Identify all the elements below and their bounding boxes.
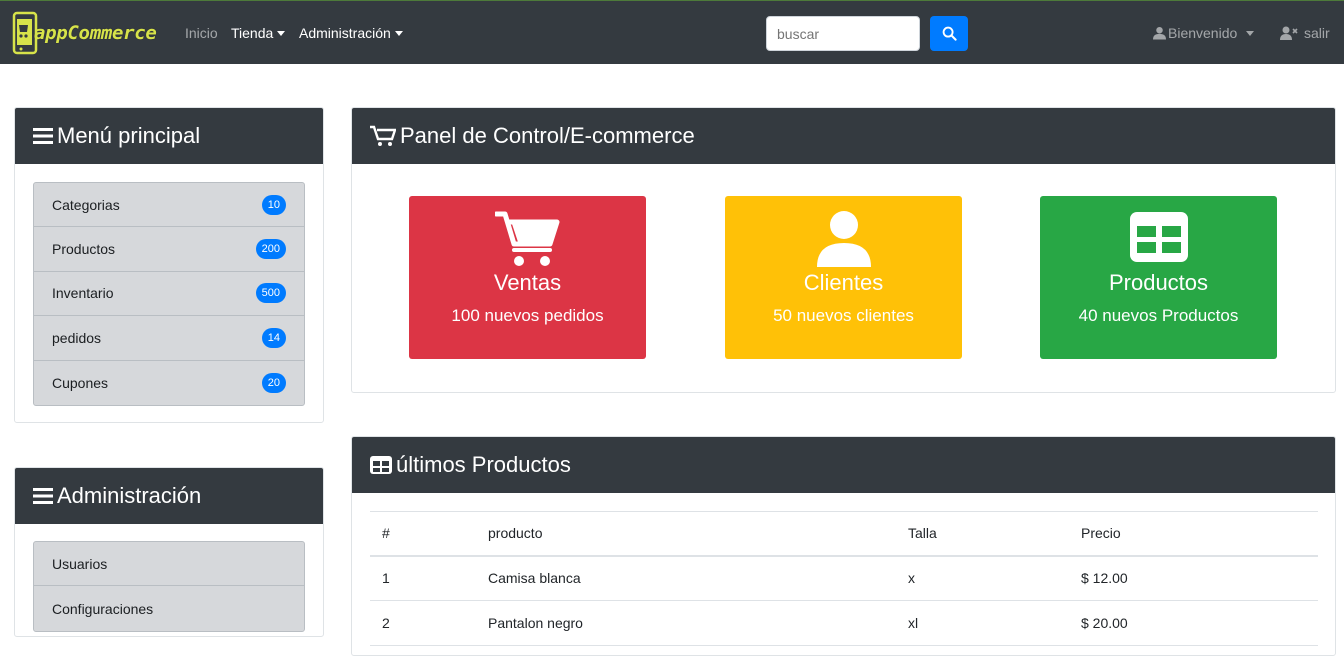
count-badge: 500	[255, 283, 286, 304]
table-cell: x	[896, 555, 1069, 601]
menu-item-productos[interactable]: Productos 200	[34, 227, 304, 272]
bars-icon	[33, 128, 53, 144]
table-cell: 1	[370, 555, 476, 601]
tile-title: Clientes	[803, 270, 884, 295]
dashboard-title: Panel de Control/E-commerce	[400, 123, 695, 148]
dashboard-header: Panel de Control/E-commerce	[352, 108, 1335, 164]
brand-logo[interactable]: appCommerce	[12, 10, 157, 56]
welcome-label: Bienvenido	[1168, 25, 1238, 41]
nav-tienda-dropdown[interactable]: Tienda	[231, 25, 286, 41]
tile-subtitle: 100 nuevos pedidos	[451, 306, 604, 325]
main-menu-card: Menú principal Categorias 10 Productos 200…	[14, 107, 324, 423]
list-item-label: Productos	[52, 241, 116, 258]
logout-link[interactable]: salir	[1280, 25, 1330, 41]
cart-icon	[409, 210, 646, 268]
brand-name: appCommerce	[34, 22, 157, 44]
tile-title: Productos	[1108, 270, 1209, 295]
products-table: # producto Talla Precio 1 Camisa blanca …	[370, 511, 1318, 646]
tile-subtitle: 40 nuevos Productos	[1078, 306, 1239, 325]
admin-menu-list: Usuarios Configuraciones	[33, 541, 305, 632]
main-menu-title: Menú principal	[57, 123, 201, 148]
table-row: 1 Camisa blanca x $ 12.00	[370, 555, 1318, 601]
menu-item-configuraciones[interactable]: Configuraciones	[34, 586, 304, 630]
list-item-label: Configuraciones	[52, 600, 154, 617]
column-header: producto	[476, 511, 896, 557]
table-icon	[1040, 210, 1277, 264]
count-badge: 14	[261, 327, 286, 348]
list-item-label: Inventario	[52, 285, 114, 302]
nav-administracion-label: Administración	[299, 25, 391, 41]
table-cell: $ 20.00	[1069, 600, 1318, 646]
list-item-label: Cupones	[52, 374, 109, 391]
tile-ventas[interactable]: Ventas 100 nuevos pedidos	[409, 196, 646, 359]
dashboard-card: Panel de Control/E-commerce Ventas 100 n…	[351, 107, 1336, 393]
count-badge: 200	[255, 239, 286, 260]
nav-administracion-dropdown[interactable]: Administración	[299, 25, 403, 41]
welcome-dropdown[interactable]: Bienvenido	[1153, 25, 1255, 41]
table-icon	[370, 456, 392, 474]
table-cell: $ 12.00	[1069, 555, 1318, 601]
search-button[interactable]	[930, 16, 968, 51]
admin-menu-header: Administración	[15, 468, 323, 524]
list-item-label: Usuarios	[52, 555, 108, 572]
tile-subtitle: 50 nuevos clientes	[773, 306, 914, 325]
top-navbar: appCommerce Inicio Tienda Administración…	[0, 0, 1344, 64]
table-header-row: # producto Talla Precio	[370, 511, 1318, 557]
user-icon	[725, 210, 962, 268]
bars-icon	[33, 488, 53, 504]
phone-logo-icon	[12, 11, 38, 55]
column-header: Precio	[1069, 511, 1318, 557]
count-badge: 20	[261, 372, 286, 393]
main-menu-header: Menú principal	[15, 108, 323, 164]
menu-item-inventario[interactable]: Inventario 500	[34, 272, 304, 317]
nav-inicio[interactable]: Inicio	[185, 25, 218, 41]
latest-products-title: últimos Productos	[396, 452, 571, 477]
column-header: #	[370, 511, 476, 557]
count-badge: 10	[261, 194, 286, 215]
cart-icon	[370, 125, 396, 146]
chevron-down-icon	[277, 31, 286, 36]
logout-label: salir	[1304, 25, 1330, 41]
admin-menu-title: Administración	[57, 483, 202, 508]
search-icon	[942, 26, 957, 41]
user-times-icon	[1280, 26, 1298, 40]
main-menu-list: Categorias 10 Productos 200 Inventario 500 …	[33, 182, 305, 406]
search-input[interactable]	[766, 16, 920, 51]
list-item-label: pedidos	[52, 329, 102, 346]
column-header: Talla	[896, 511, 1069, 557]
tile-title: Ventas	[493, 270, 562, 295]
menu-item-pedidos[interactable]: pedidos 14	[34, 316, 304, 361]
menu-item-cupones[interactable]: Cupones 20	[34, 361, 304, 405]
table-cell: 2	[370, 600, 476, 646]
menu-item-usuarios[interactable]: Usuarios	[34, 542, 304, 587]
nav-tienda-label: Tienda	[231, 25, 274, 41]
menu-item-categorias[interactable]: Categorias 10	[34, 183, 304, 228]
table-cell: Camisa blanca	[476, 555, 896, 601]
tile-clientes[interactable]: Clientes 50 nuevos clientes	[725, 196, 962, 359]
user-icon	[1153, 26, 1166, 40]
tile-productos[interactable]: Productos 40 nuevos Productos	[1040, 196, 1277, 359]
table-cell: Pantalon negro	[476, 600, 896, 646]
chevron-down-icon	[394, 31, 403, 36]
table-cell: xl	[896, 600, 1069, 646]
latest-products-card: últimos Productos # producto Talla Preci…	[351, 436, 1336, 656]
table-row: 2 Pantalon negro xl $ 20.00	[370, 600, 1318, 646]
list-item-label: Categorias	[52, 196, 120, 213]
chevron-down-icon	[1246, 30, 1255, 36]
admin-menu-card: Administración Usuarios Configuraciones	[14, 467, 324, 637]
latest-products-header: últimos Productos	[352, 437, 1335, 493]
